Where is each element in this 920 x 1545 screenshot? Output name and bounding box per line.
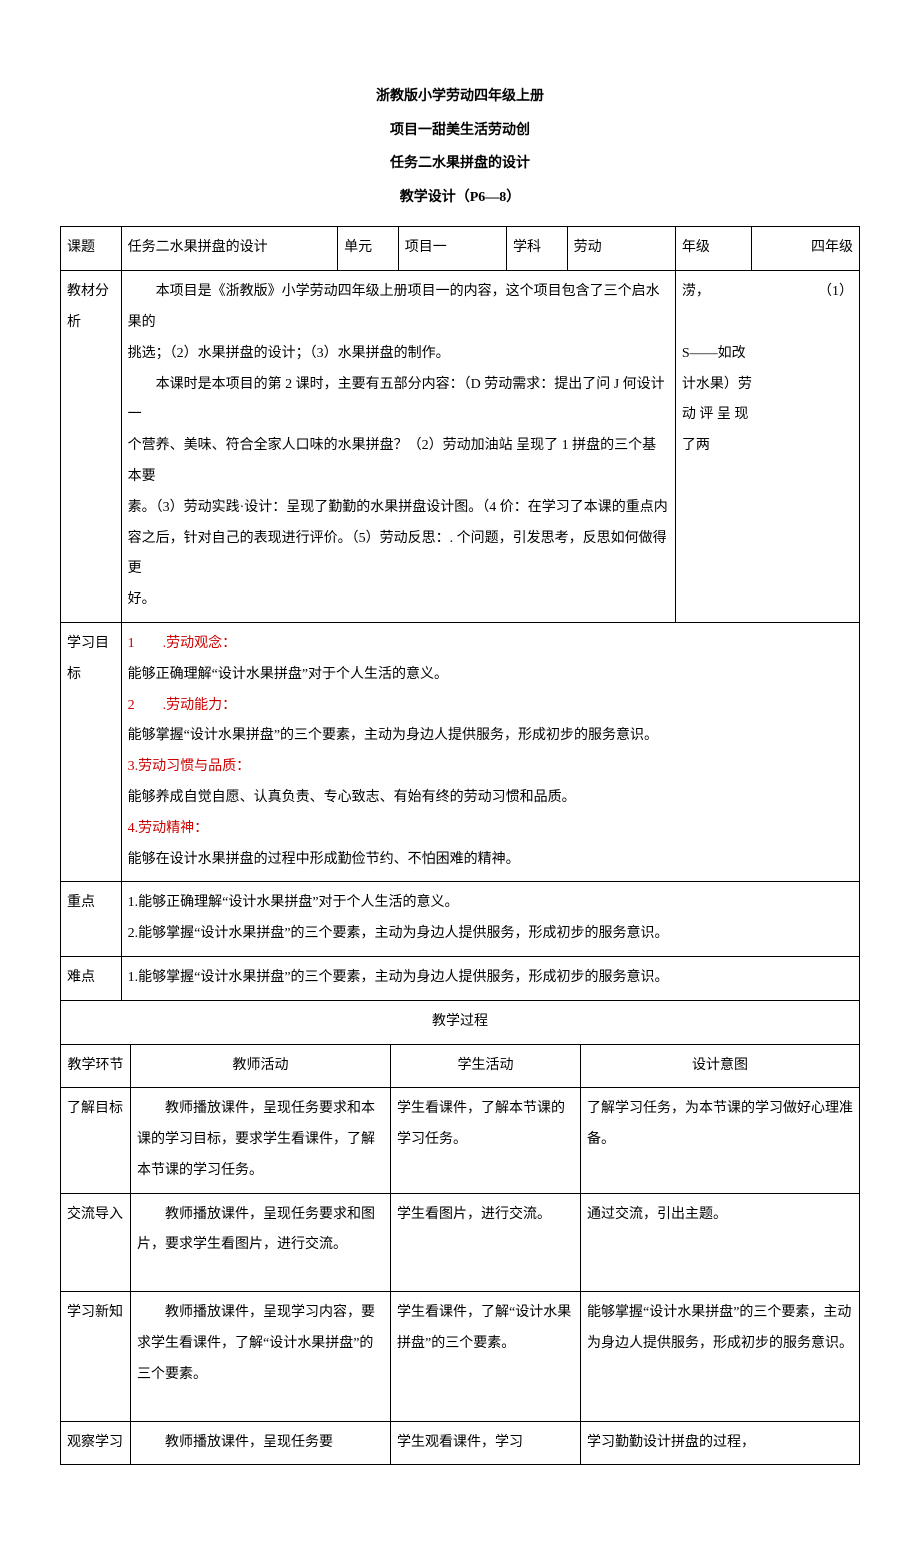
col-teacher: 教师活动 bbox=[131, 1045, 391, 1088]
goal4-text: 能够在设计水果拼盘的过程中形成勤俭节约、不怕困难的精神。 bbox=[128, 845, 853, 876]
keypoint-content: 1.能够正确理解“设计水果拼盘”对于个人生活的意义。 2.能够掌握“设计水果拼盘… bbox=[121, 882, 859, 957]
analysis-main: 本项目是《浙教版》小学劳动四年级上册项目一的内容，这个项目包含了三个启水果的 挑… bbox=[121, 271, 675, 623]
process-title: 教学过程 bbox=[61, 1000, 860, 1044]
header-line-2: 项目一甜美生活劳动创 bbox=[60, 114, 860, 148]
goal4-title: 4.劳动精神： bbox=[128, 814, 853, 845]
keypoint-row: 重点 1.能够正确理解“设计水果拼盘”对于个人生活的意义。 2.能够掌握“设计水… bbox=[61, 882, 860, 957]
student-1: 学生看图片，进行交流。 bbox=[391, 1193, 581, 1292]
analysis-p3b: S——如改 bbox=[682, 339, 853, 370]
keypoint-l2: 2.能够掌握“设计水果拼盘”的三个要素，主动为身边人提供服务，形成初步的服务意识… bbox=[128, 919, 853, 950]
subject-label: 学科 bbox=[507, 227, 568, 271]
intent-2: 能够掌握“设计水果拼盘”的三个要素，主动为身边人提供服务，形成初步的服务意识。 bbox=[581, 1292, 860, 1421]
teacher-3: 教师播放课件，呈现任务要 bbox=[131, 1421, 391, 1465]
process-header-row: 教学环节 教师活动 学生活动 设计意图 bbox=[61, 1045, 860, 1088]
stage-1: 交流导入 bbox=[61, 1193, 131, 1292]
col-student: 学生活动 bbox=[391, 1045, 581, 1088]
analysis-p5b: 动 评 呈 现 bbox=[682, 400, 853, 431]
goal3-title: 3.劳动习惯与品质： bbox=[128, 752, 853, 783]
goal3-text: 能够养成自觉自愿、认真负责、专心致志、有始有终的劳动习惯和品质。 bbox=[128, 783, 853, 814]
teacher-2: 教师播放课件，呈现学习内容，要求学生看课件，了解“设计水果拼盘”的三个要素。 bbox=[131, 1292, 391, 1421]
process-row-1: 交流导入 教师播放课件，呈现任务要求和图片，要求学生看图片，进行交流。 学生看图… bbox=[61, 1193, 860, 1292]
col-intent: 设计意图 bbox=[581, 1045, 860, 1088]
stage-3: 观察学习 bbox=[61, 1421, 131, 1465]
process-title-row: 教学过程 bbox=[61, 1000, 860, 1044]
header-line-4: 教学设计（P6—8） bbox=[60, 181, 860, 215]
analysis-p7: 好。 bbox=[128, 585, 669, 616]
analysis-label-text: 教材分析 bbox=[67, 277, 115, 339]
grade-value: 四年级 bbox=[751, 227, 859, 271]
analysis-p6b: 了两 bbox=[682, 431, 853, 462]
analysis-p1b: 涝， bbox=[682, 284, 710, 299]
keypoint-l1: 1.能够正确理解“设计水果拼盘”对于个人生活的意义。 bbox=[128, 888, 853, 919]
student-3: 学生观看课件，学习 bbox=[391, 1421, 581, 1465]
process-row-2: 学习新知 教师播放课件，呈现学习内容，要求学生看课件，了解“设计水果拼盘”的三个… bbox=[61, 1292, 860, 1421]
analysis-p4b: 计水果）劳 bbox=[682, 370, 853, 401]
lesson-plan-table: 课题 任务二水果拼盘的设计 单元 项目一 学科 劳动 年级 四年级 教材分析 本… bbox=[60, 226, 860, 1044]
teacher-1: 教师播放课件，呈现任务要求和图片，要求学生看图片，进行交流。 bbox=[131, 1193, 391, 1292]
student-0: 学生看课件，了解本节课的学习任务。 bbox=[391, 1088, 581, 1193]
goal2-title: 2 .劳动能力： bbox=[128, 691, 853, 722]
topic-value: 任务二水果拼盘的设计 bbox=[121, 227, 338, 271]
goal1-text: 能够正确理解“设计水果拼盘”对于个人生活的意义。 bbox=[128, 660, 853, 691]
process-table: 教学环节 教师活动 学生活动 设计意图 了解目标 教师播放课件，呈现任务要求和本… bbox=[60, 1045, 860, 1466]
intent-0: 了解学习任务，为本节课的学习做好心理准备。 bbox=[581, 1088, 860, 1193]
intent-1: 通过交流，引出主题。 bbox=[581, 1193, 860, 1292]
col-stage: 教学环节 bbox=[61, 1045, 131, 1088]
difficulty-label: 难点 bbox=[61, 956, 122, 1000]
unit-label: 单元 bbox=[338, 227, 399, 271]
intent-3: 学习勤勤设计拼盘的过程， bbox=[581, 1421, 860, 1465]
keypoint-label: 重点 bbox=[61, 882, 122, 957]
analysis-p1c: （1） bbox=[818, 277, 853, 308]
analysis-side: 涝， （1） S——如改 计水果）劳 动 评 呈 现 了两 bbox=[675, 271, 859, 623]
difficulty-l1: 1.能够掌握“设计水果拼盘”的三个要素，主动为身边人提供服务，形成初步的服务意识… bbox=[128, 963, 853, 994]
goals-label: 学习目标 bbox=[61, 622, 122, 881]
meta-row: 课题 任务二水果拼盘的设计 单元 项目一 学科 劳动 年级 四年级 bbox=[61, 227, 860, 271]
header-line-3: 任务二水果拼盘的设计 bbox=[60, 147, 860, 181]
analysis-p3a: 本课时是本项目的第 2 课时，主要有五部分内容：（D 劳动需求：提出了问 J 何… bbox=[128, 370, 669, 432]
analysis-p4a: 个营养、美味、符合全家人口味的水果拼盘？（2）劳动加油站 呈现了 1 拼盘的三个… bbox=[128, 431, 669, 493]
teacher-0: 教师播放课件，呈现任务要求和本课的学习目标，要求学生看课件，了解本节课的学习任务… bbox=[131, 1088, 391, 1193]
student-2: 学生看课件，了解“设计水果拼盘”的三个要素。 bbox=[391, 1292, 581, 1421]
process-row-3: 观察学习 教师播放课件，呈现任务要 学生观看课件，学习 学习勤勤设计拼盘的过程， bbox=[61, 1421, 860, 1465]
goal1-title: 1 .劳动观念： bbox=[128, 629, 853, 660]
goal2-text: 能够掌握“设计水果拼盘”的三个要素，主动为身边人提供服务，形成初步的服务意识。 bbox=[128, 721, 853, 752]
analysis-p1a: 本项目是《浙教版》小学劳动四年级上册项目一的内容，这个项目包含了三个启水果的 bbox=[128, 277, 669, 339]
goals-content: 1 .劳动观念： 能够正确理解“设计水果拼盘”对于个人生活的意义。 2 .劳动能… bbox=[121, 622, 859, 881]
topic-label: 课题 bbox=[61, 227, 122, 271]
unit-value: 项目一 bbox=[398, 227, 506, 271]
subject-value: 劳动 bbox=[567, 227, 675, 271]
stage-0: 了解目标 bbox=[61, 1088, 131, 1193]
difficulty-content: 1.能够掌握“设计水果拼盘”的三个要素，主动为身边人提供服务，形成初步的服务意识… bbox=[121, 956, 859, 1000]
analysis-p5a: 素。（3）劳动实践·设计：呈现了勤勤的水果拼盘设计图。（4 价：在学习了本课的重… bbox=[128, 493, 669, 524]
analysis-row: 教材分析 本项目是《浙教版》小学劳动四年级上册项目一的内容，这个项目包含了三个启… bbox=[61, 271, 860, 623]
document-header: 浙教版小学劳动四年级上册 项目一甜美生活劳动创 任务二水果拼盘的设计 教学设计（… bbox=[60, 80, 860, 214]
analysis-p2: 挑选；（2）水果拼盘的设计；（3）水果拼盘的制作。 bbox=[128, 339, 669, 370]
process-row-0: 了解目标 教师播放课件，呈现任务要求和本课的学习目标，要求学生看课件，了解本节课… bbox=[61, 1088, 860, 1193]
goals-row: 学习目标 1 .劳动观念： 能够正确理解“设计水果拼盘”对于个人生活的意义。 2… bbox=[61, 622, 860, 881]
analysis-label: 教材分析 bbox=[61, 271, 122, 623]
header-line-1: 浙教版小学劳动四年级上册 bbox=[60, 80, 860, 114]
analysis-p6a: 容之后，针对自己的表现进行评价。（5）劳动反思：. 个问题，引发思考，反思如何做… bbox=[128, 524, 669, 586]
difficulty-row: 难点 1.能够掌握“设计水果拼盘”的三个要素，主动为身边人提供服务，形成初步的服… bbox=[61, 956, 860, 1000]
stage-2: 学习新知 bbox=[61, 1292, 131, 1421]
grade-label: 年级 bbox=[675, 227, 751, 271]
